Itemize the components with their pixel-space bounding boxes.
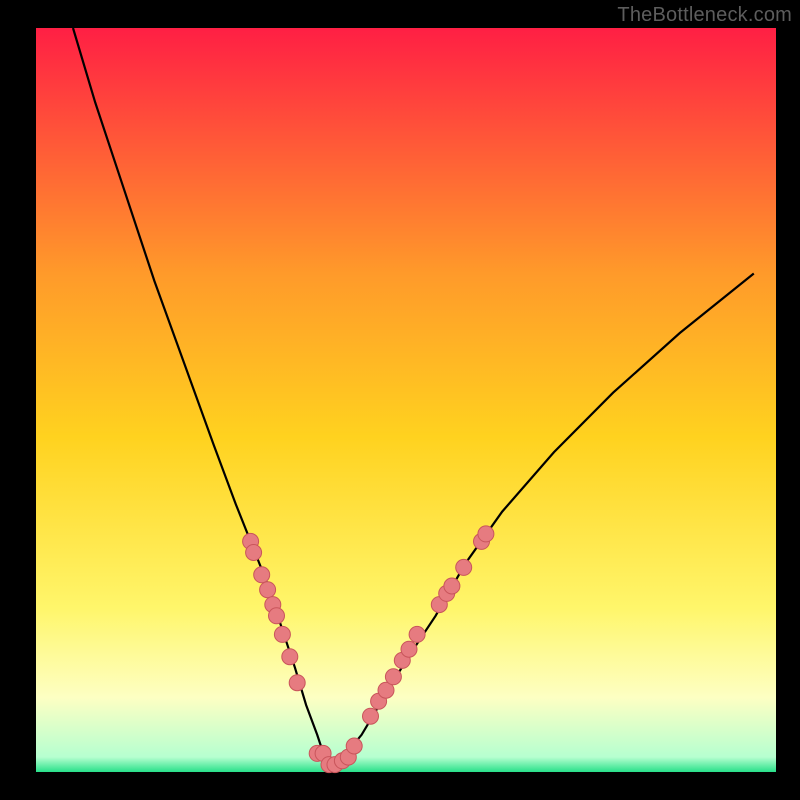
data-marker bbox=[274, 626, 290, 642]
watermark-text: TheBottleneck.com bbox=[617, 4, 792, 27]
data-marker bbox=[246, 545, 262, 561]
data-marker bbox=[254, 567, 270, 583]
data-marker bbox=[409, 626, 425, 642]
bottleneck-chart bbox=[0, 0, 800, 800]
data-marker bbox=[346, 738, 362, 754]
data-marker bbox=[385, 669, 401, 685]
data-marker bbox=[289, 675, 305, 691]
data-marker bbox=[269, 608, 285, 624]
data-marker bbox=[260, 582, 276, 598]
chart-container: TheBottleneck.com bbox=[0, 0, 800, 800]
data-marker bbox=[444, 578, 460, 594]
data-marker bbox=[282, 649, 298, 665]
data-marker bbox=[456, 559, 472, 575]
data-marker bbox=[478, 526, 494, 542]
data-marker bbox=[363, 708, 379, 724]
data-marker bbox=[401, 641, 417, 657]
